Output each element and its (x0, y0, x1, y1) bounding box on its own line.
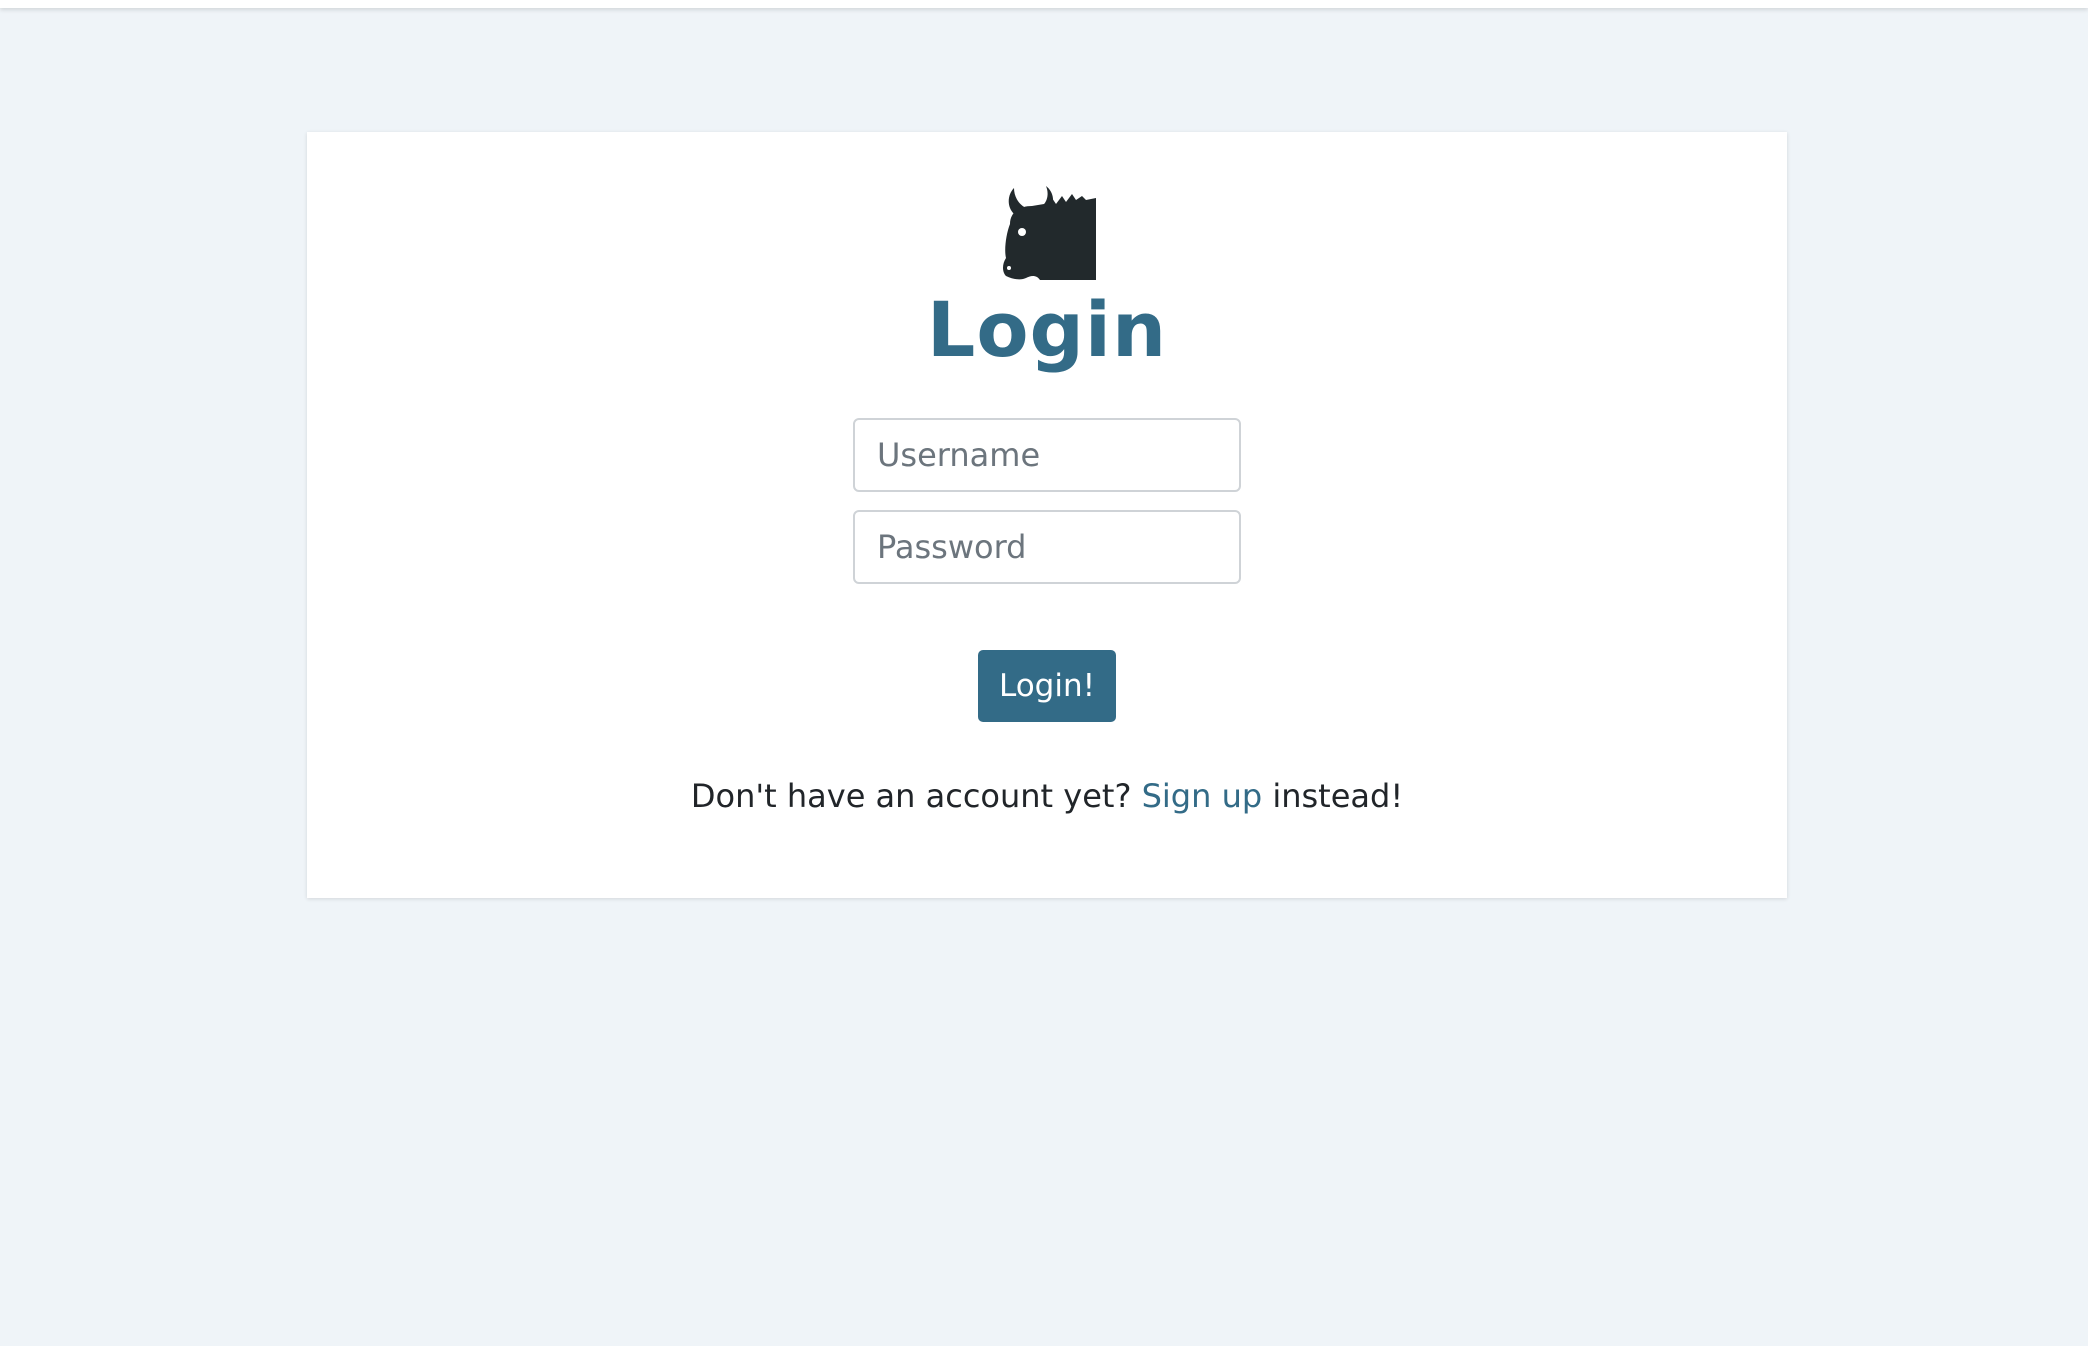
signup-prompt-after: instead! (1272, 777, 1404, 815)
login-button[interactable]: Login! (978, 650, 1116, 722)
username-input[interactable] (853, 418, 1241, 492)
signup-link[interactable]: Sign up (1142, 777, 1263, 815)
top-nav-bar (0, 0, 2088, 8)
login-card: Login Login! Don't have an account yet? … (307, 132, 1787, 898)
page-title: Login (926, 285, 1168, 374)
signup-prompt-before: Don't have an account yet? (690, 777, 1132, 815)
password-input[interactable] (853, 510, 1241, 584)
bison-icon (1003, 186, 1096, 280)
signup-prompt: Don't have an account yet? Sign up inste… (307, 772, 1787, 820)
